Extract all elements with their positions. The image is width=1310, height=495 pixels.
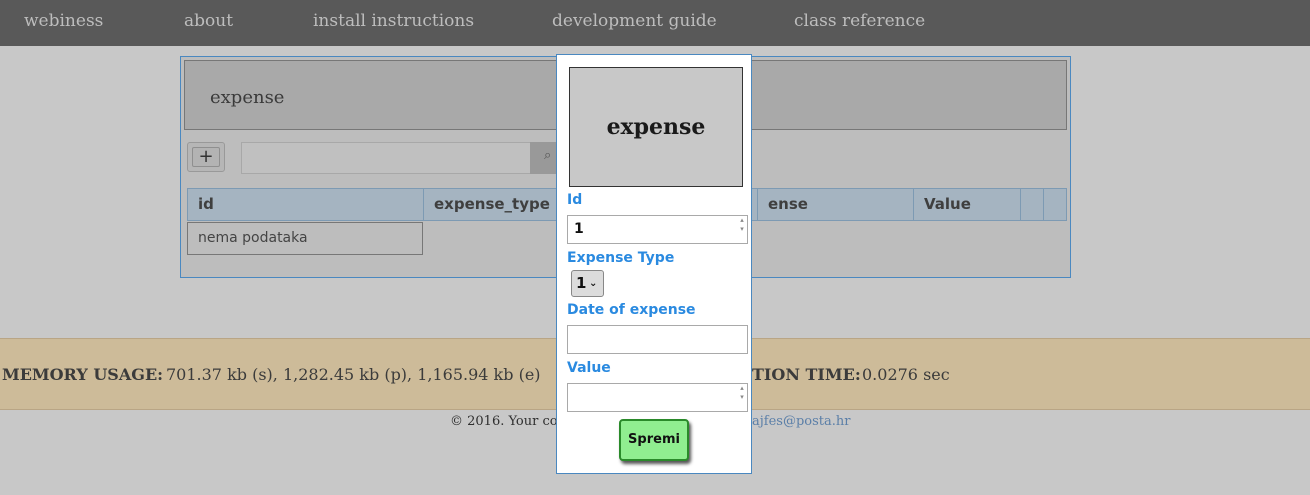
date-of-expense-label: Date of expense — [567, 302, 696, 318]
memory-usage-label: MEMORY USAGE: — [2, 365, 164, 384]
value-label: Value — [567, 360, 611, 376]
chevron-down-icon: ⌄ — [589, 278, 598, 289]
footer-copyright: © 2016. Your co — [450, 414, 558, 429]
nav-about[interactable]: about — [184, 11, 233, 31]
memory-usage-value: 701.37 kb (s), 1,282.45 kb (p), 1,165.94… — [166, 365, 541, 384]
id-field[interactable]: 1 ▴ ▾ — [567, 215, 748, 244]
column-header-action-2 — [1044, 189, 1066, 220]
save-button[interactable]: Spremi — [619, 419, 689, 461]
column-header-id[interactable]: id — [188, 189, 424, 220]
top-navigation: webiness about install instructions deve… — [0, 0, 1310, 46]
add-button[interactable]: + — [187, 142, 225, 172]
column-header-date[interactable]: ense — [758, 189, 914, 220]
nav-install-instructions[interactable]: install instructions — [313, 11, 474, 31]
column-header-action-1 — [1021, 189, 1044, 220]
panel-title: expense — [210, 87, 285, 108]
footer-email-link[interactable]: ajfes@posta.hr — [752, 414, 850, 429]
column-header-value[interactable]: Value — [914, 189, 1021, 220]
id-spinner-icon[interactable]: ▴ ▾ — [737, 216, 747, 243]
date-of-expense-field[interactable] — [567, 325, 748, 354]
nav-class-reference[interactable]: class reference — [794, 11, 925, 31]
execution-time-label: TION TIME: — [752, 365, 861, 384]
expense-type-value: 1 — [576, 274, 587, 292]
execution-time-value: 0.0276 sec — [862, 365, 950, 384]
value-spinner-icon[interactable]: ▴ ▾ — [737, 384, 747, 411]
expense-image: expense — [569, 67, 743, 187]
nav-webiness[interactable]: webiness — [24, 11, 103, 31]
value-field[interactable]: ▴ ▾ — [567, 383, 748, 412]
expense-type-select[interactable]: 1 ⌄ — [571, 270, 604, 297]
nav-development-guide[interactable]: development guide — [552, 11, 717, 31]
id-value: 1 — [574, 221, 584, 237]
id-label: Id — [567, 192, 583, 208]
empty-table-message: nema podataka — [187, 222, 423, 255]
search-icon: ⌕ — [544, 148, 552, 163]
expense-form-modal: expense Id 1 ▴ ▾ Expense Type 1 ⌄ Date of… — [556, 54, 752, 474]
plus-icon: + — [192, 147, 220, 167]
expense-type-label: Expense Type — [567, 250, 675, 266]
search-input[interactable] — [241, 142, 531, 174]
